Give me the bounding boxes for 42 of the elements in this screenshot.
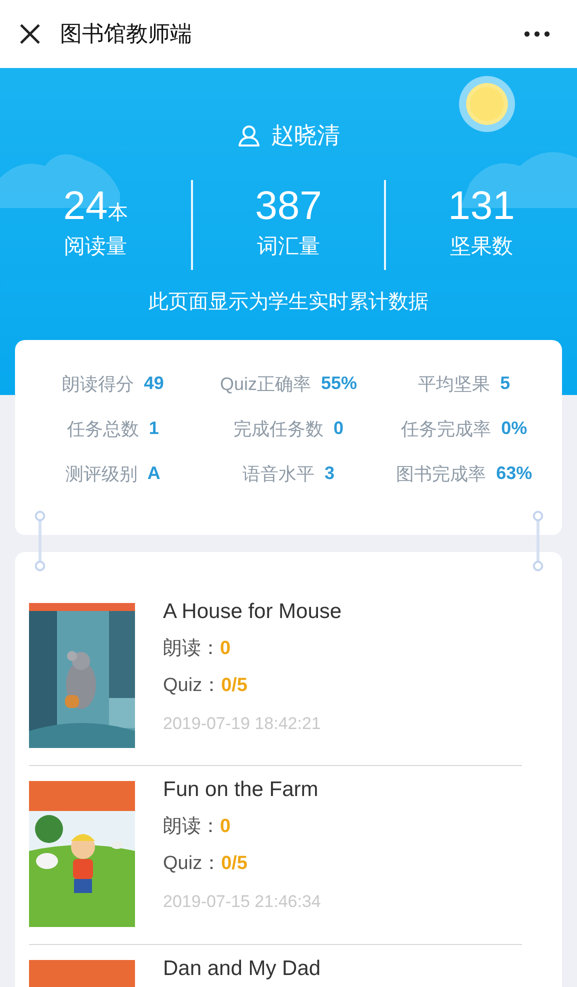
metric-label: 任务完成率 — [401, 418, 492, 440]
user-icon — [237, 123, 261, 147]
stat-label: 阅读量 — [64, 234, 127, 260]
reading-label: 朗读： — [163, 816, 220, 837]
metric-value: 63% — [496, 463, 532, 484]
metric-value: 0 — [333, 418, 344, 439]
quiz-score: 0/5 — [221, 853, 248, 874]
book-title[interactable]: Dan and My Dad — [163, 954, 321, 984]
metric-label: 测评级别 — [65, 462, 138, 486]
metric-value: 3 — [324, 463, 334, 484]
quiz-label: Quiz： — [163, 853, 222, 874]
sun-icon — [458, 75, 516, 133]
metric-value: 49 — [144, 373, 164, 394]
metric-value: 55% — [320, 373, 358, 394]
quiz-score: 0/5 — [221, 675, 248, 696]
metric-label: 完成任务数 — [233, 418, 324, 440]
book-title[interactable]: Fun on the Farm — [163, 775, 321, 805]
metric-value: 5 — [500, 373, 510, 394]
metric-label: 语音水平 — [242, 462, 314, 486]
reading-label: 朗读： — [163, 638, 220, 659]
stat-label: 坚果数 — [450, 234, 513, 260]
metric-value: 1 — [148, 418, 159, 439]
reading-score: 0 — [220, 816, 231, 837]
student-name: 赵晓清 — [271, 120, 340, 150]
quiz-label: Quiz： — [163, 675, 222, 696]
metric-label: Quiz正确率 — [220, 372, 311, 396]
window-title: 图书馆教师端 — [60, 20, 193, 48]
stat-value: 387 — [255, 183, 322, 230]
metric-label: 平均坚果 — [418, 372, 490, 396]
reading-score: 0 — [220, 638, 231, 659]
metric-label: 任务总数 — [66, 418, 139, 440]
metric-label: 图书完成率 — [396, 462, 486, 486]
stat-label: 词汇量 — [257, 234, 320, 260]
more-icon[interactable] — [523, 30, 551, 38]
stat-value: 24本 — [63, 183, 128, 230]
metric-value: 0% — [501, 418, 528, 439]
close-icon[interactable] — [18, 22, 42, 46]
info-text: 此页面显示为学生实时累计数据 — [148, 290, 430, 315]
book-title[interactable]: A House for Mouse — [163, 597, 342, 627]
metric-label: 朗读得分 — [62, 372, 134, 396]
metric-value: A — [147, 463, 160, 484]
stat-value: 131 — [448, 183, 515, 230]
